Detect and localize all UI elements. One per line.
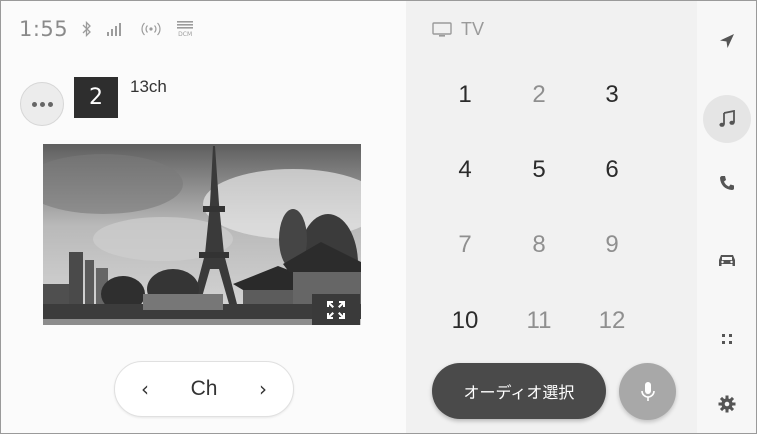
- channel-label: Ch: [190, 377, 218, 400]
- key-2[interactable]: 2: [509, 81, 569, 109]
- channel-down-button[interactable]: ‹: [141, 377, 149, 401]
- key-3[interactable]: 3: [582, 81, 642, 109]
- car-icon: [719, 255, 735, 266]
- tv-icon: [432, 21, 452, 37]
- music-note-icon: [719, 110, 735, 127]
- ellipsis-icon: [31, 101, 37, 107]
- screen: 1:55 DCM 2 13ch ‹ Ch › TV 1 2 3 4 5 6 7 …: [0, 0, 757, 434]
- fullscreen-button[interactable]: [312, 294, 360, 325]
- apps-grid-icon: [722, 334, 732, 344]
- status-bar: 1:55 DCM: [19, 17, 194, 41]
- navigation-arrow-icon: [720, 34, 734, 48]
- nav-apps[interactable]: [703, 315, 751, 363]
- wireless-signal-icon: [140, 22, 162, 36]
- audio-select-button[interactable]: オーディオ選択: [432, 363, 606, 419]
- nav-navigation[interactable]: [703, 17, 751, 65]
- channel-name: 13ch: [130, 77, 167, 96]
- microphone-icon: [640, 381, 655, 401]
- key-10[interactable]: 10: [435, 307, 495, 335]
- nav-phone[interactable]: [703, 159, 751, 207]
- key-8[interactable]: 8: [509, 231, 569, 259]
- nav-settings[interactable]: [703, 380, 751, 428]
- key-11[interactable]: 11: [509, 307, 569, 335]
- tv-source-header: TV: [432, 19, 484, 40]
- key-1[interactable]: 1: [435, 81, 495, 109]
- key-4[interactable]: 4: [435, 156, 495, 184]
- channel-control: ‹ Ch ›: [114, 361, 294, 417]
- key-7[interactable]: 7: [435, 231, 495, 259]
- preset-number-badge: 2: [74, 77, 118, 118]
- nav-audio[interactable]: [703, 95, 751, 143]
- key-12[interactable]: 12: [582, 307, 642, 335]
- nav-vehicle[interactable]: [703, 236, 751, 284]
- progress-fill: [43, 319, 317, 325]
- key-6[interactable]: 6: [582, 156, 642, 184]
- more-options-button[interactable]: [20, 82, 64, 126]
- gear-icon: [718, 395, 736, 413]
- side-navigation: [697, 1, 756, 433]
- fullscreen-expand-icon: [327, 300, 345, 319]
- keypad-pane: TV 1 2 3 4 5 6 7 8 9 10 11 12 オーディオ選択: [406, 1, 697, 433]
- phone-icon: [720, 176, 734, 190]
- channel-up-button[interactable]: ›: [259, 377, 267, 401]
- key-5[interactable]: 5: [509, 156, 569, 184]
- bluetooth-icon: [82, 21, 92, 37]
- tv-source-label: TV: [461, 19, 485, 39]
- left-pane: 1:55 DCM 2 13ch ‹ Ch ›: [1, 1, 406, 433]
- dcm-label: DCM: [178, 30, 193, 38]
- key-9[interactable]: 9: [582, 231, 642, 259]
- clock: 1:55: [19, 17, 69, 41]
- dcm-icon: DCM: [176, 20, 194, 38]
- signal-strength-icon: [106, 22, 126, 36]
- voice-button[interactable]: [619, 363, 676, 420]
